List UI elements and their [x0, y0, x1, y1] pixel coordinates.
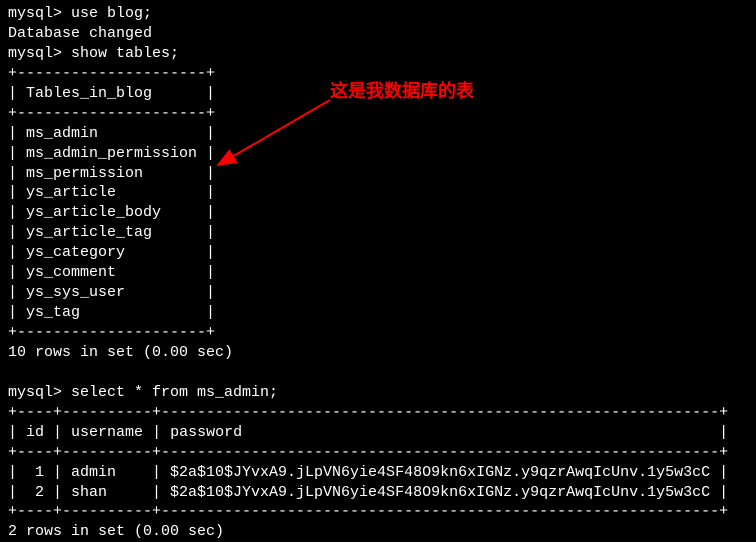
terminal-line: mysql> select * from ms_admin;: [8, 383, 748, 403]
result-summary: 10 rows in set (0.00 sec): [8, 343, 748, 363]
table-row: | 2 | shan | $2a$10$JYvxA9.jLpVN6yie4SF4…: [8, 483, 748, 503]
blank-line: [8, 363, 748, 383]
table-row: | ys_tag |: [8, 303, 748, 323]
table-border: +----+----------+-----------------------…: [8, 403, 748, 423]
table-border: +---------------------+: [8, 323, 748, 343]
table-border: +----+----------+-----------------------…: [8, 443, 748, 463]
table-border: +---------------------+: [8, 104, 748, 124]
table-row: | ys_category |: [8, 243, 748, 263]
table-row: | 1 | admin | $2a$10$JYvxA9.jLpVN6yie4SF…: [8, 463, 748, 483]
result-summary: 2 rows in set (0.00 sec): [8, 522, 748, 542]
terminal-line: mysql> show tables;: [8, 44, 748, 64]
table-row: | ms_admin_permission |: [8, 144, 748, 164]
terminal-line: mysql> use blog;: [8, 4, 748, 24]
table-row: | ys_comment |: [8, 263, 748, 283]
table-row: | ms_permission |: [8, 164, 748, 184]
annotation-text: 这是我数据库的表: [330, 80, 474, 104]
table-row: | ys_article_tag |: [8, 223, 748, 243]
table-row: | ms_admin |: [8, 124, 748, 144]
terminal-output: Database changed: [8, 24, 748, 44]
table-header-row: | id | username | password |: [8, 423, 748, 443]
table-row: | ys_article_body |: [8, 203, 748, 223]
table-border: +----+----------+-----------------------…: [8, 502, 748, 522]
table-row: | ys_article |: [8, 183, 748, 203]
table-row: | ys_sys_user |: [8, 283, 748, 303]
